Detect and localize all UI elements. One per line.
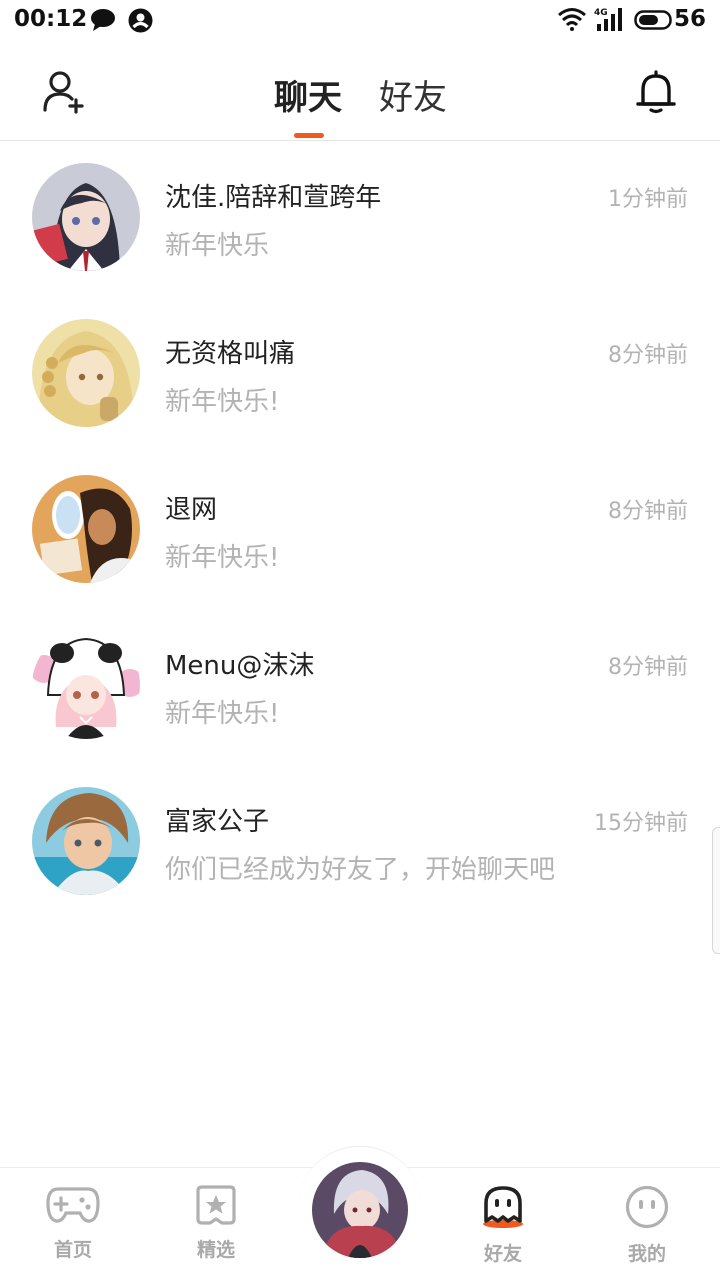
- avatar[interactable]: [32, 787, 140, 895]
- center-profile-button[interactable]: [312, 1162, 408, 1258]
- battery-icon: [634, 10, 674, 34]
- smiley-icon: [625, 1185, 669, 1229]
- bell-icon: [636, 70, 676, 114]
- nav-me[interactable]: 我的: [592, 1185, 702, 1266]
- network-type-label: 4G: [594, 8, 608, 18]
- chat-name: 富家公子: [165, 807, 270, 837]
- chat-time: 8分钟前: [608, 499, 688, 524]
- account-icon: [128, 8, 153, 37]
- avatar[interactable]: [32, 319, 140, 427]
- chat-list: 沈佳.陪辞和萱跨年 新年快乐 1分钟前 无资格叫痛 新年快乐! 8分钟前 退网 …: [0, 141, 720, 921]
- chat-list-item[interactable]: 无资格叫痛 新年快乐! 8分钟前: [0, 297, 720, 453]
- tab-chat[interactable]: 聊天: [274, 70, 342, 119]
- chat-preview: 你们已经成为好友了，开始聊天吧: [165, 855, 556, 885]
- chat-name: 无资格叫痛: [165, 339, 296, 369]
- gamepad-icon: [46, 1187, 100, 1223]
- chat-preview: 新年快乐!: [165, 543, 280, 573]
- nav-label: 好友: [483, 1243, 522, 1265]
- ghost-icon: [483, 1186, 523, 1228]
- battery-level: 56: [673, 6, 706, 32]
- chat-name: 沈佳.陪辞和萱跨年: [165, 183, 382, 213]
- status-time: 00:12: [14, 6, 88, 32]
- notifications-button[interactable]: [632, 68, 680, 116]
- top-header: 聊天 好友: [0, 42, 720, 141]
- cellular-signal-icon: 4G: [594, 6, 628, 36]
- nav-featured[interactable]: 精选: [161, 1185, 271, 1262]
- chat-list-item[interactable]: Menu@沫沫 新年快乐! 8分钟前: [0, 609, 720, 765]
- active-tab-indicator: [294, 133, 324, 138]
- chat-bubble-icon: [90, 8, 116, 36]
- chat-name: 退网: [165, 495, 218, 525]
- chat-time: 15分钟前: [594, 811, 688, 836]
- nav-label: 精选: [196, 1239, 235, 1261]
- chat-preview: 新年快乐!: [165, 699, 280, 729]
- chat-list-item[interactable]: 退网 新年快乐! 8分钟前: [0, 453, 720, 609]
- chat-time: 8分钟前: [608, 343, 688, 368]
- status-bar: 00:12 4G 56: [0, 0, 720, 42]
- chat-time: 1分钟前: [608, 187, 688, 212]
- avatar: [312, 1162, 408, 1258]
- tab-friends[interactable]: 好友: [379, 70, 447, 119]
- chat-list-item[interactable]: 沈佳.陪辞和萱跨年 新年快乐 1分钟前: [0, 141, 720, 297]
- chat-time: 8分钟前: [608, 655, 688, 680]
- chat-preview: 新年快乐!: [165, 387, 280, 417]
- side-edge-handle[interactable]: [712, 827, 720, 954]
- chat-preview: 新年快乐: [165, 231, 270, 261]
- nav-label: 我的: [627, 1243, 666, 1265]
- avatar[interactable]: [32, 475, 140, 583]
- chat-list-item[interactable]: 富家公子 你们已经成为好友了，开始聊天吧 15分钟前: [0, 765, 720, 921]
- avatar[interactable]: [32, 163, 140, 271]
- chat-name: Menu@沫沫: [165, 651, 315, 681]
- nav-label: 首页: [53, 1239, 92, 1261]
- nav-friends[interactable]: 好友: [448, 1185, 558, 1266]
- nav-home[interactable]: 首页: [18, 1185, 128, 1262]
- avatar[interactable]: [32, 631, 140, 739]
- star-box-icon: [196, 1185, 236, 1225]
- add-friend-button[interactable]: [40, 68, 88, 116]
- add-user-icon: [43, 71, 84, 114]
- wifi-icon: [557, 7, 587, 35]
